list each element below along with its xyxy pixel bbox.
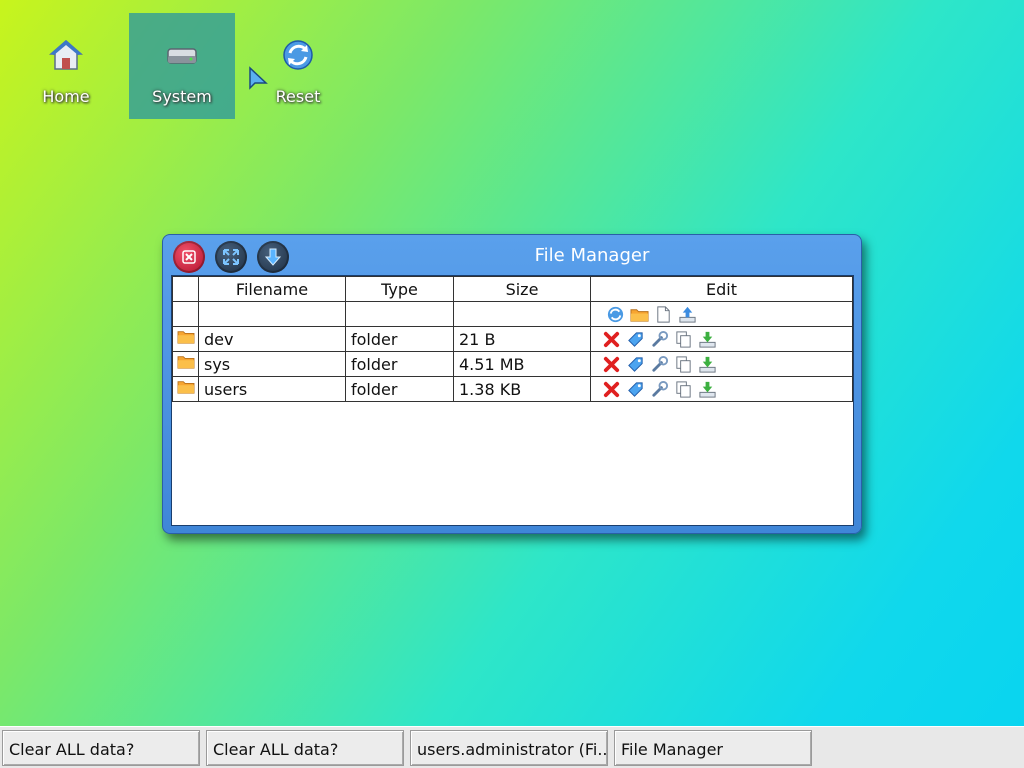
close-button[interactable]	[173, 241, 205, 273]
file-size: 21 B	[453, 326, 591, 352]
table-row[interactable]: dev folder 21 B	[172, 326, 853, 352]
file-name[interactable]: sys	[198, 351, 346, 377]
maximize-button[interactable]	[215, 241, 247, 273]
download-icon[interactable]	[698, 380, 717, 399]
taskbar-item-clear-data-1[interactable]: Clear ALL data?	[2, 730, 200, 766]
desktop-icon-home[interactable]: Home	[13, 13, 119, 119]
drive-icon	[167, 48, 197, 64]
delete-icon[interactable]	[602, 380, 621, 399]
refresh-icon[interactable]	[606, 305, 625, 324]
column-header-edit: Edit	[590, 276, 853, 302]
minimize-icon	[264, 248, 282, 266]
delete-icon[interactable]	[602, 330, 621, 349]
delete-icon[interactable]	[602, 355, 621, 374]
file-name[interactable]: users	[198, 376, 346, 402]
window-titlebar[interactable]: File Manager	[163, 235, 861, 275]
minimize-button[interactable]	[257, 241, 289, 273]
new-folder-icon[interactable]	[630, 305, 649, 324]
table-row[interactable]: users folder 1.38 KB	[172, 376, 853, 402]
home-icon	[48, 40, 84, 70]
upload-icon[interactable]	[678, 305, 697, 324]
maximize-icon	[223, 249, 239, 265]
properties-icon[interactable]	[650, 330, 669, 349]
reset-icon	[283, 40, 313, 70]
taskbar: Clear ALL data? Clear ALL data? users.ad…	[0, 726, 1024, 768]
copy-icon[interactable]	[674, 330, 693, 349]
file-table: Filename Type Size Edit dev folder 21 B …	[172, 276, 853, 402]
rename-icon[interactable]	[626, 355, 645, 374]
window-title: File Manager	[534, 245, 650, 266]
properties-icon[interactable]	[650, 355, 669, 374]
column-header-icon	[172, 276, 199, 302]
table-header-row: Filename Type Size Edit	[172, 276, 853, 302]
copy-icon[interactable]	[674, 355, 693, 374]
desktop-icon-system[interactable]: System	[129, 13, 235, 119]
mouse-cursor-icon	[249, 66, 268, 90]
column-header-size[interactable]: Size	[453, 276, 591, 302]
toolbar-row	[172, 301, 853, 327]
file-size: 4.51 MB	[453, 351, 591, 377]
taskbar-item-clear-data-2[interactable]: Clear ALL data?	[206, 730, 404, 766]
close-icon	[182, 250, 196, 264]
file-size: 1.38 KB	[453, 376, 591, 402]
desktop-icon-label: Home	[42, 87, 90, 106]
taskbar-item-users-administrator[interactable]: users.administrator (Fi...	[410, 730, 608, 766]
column-header-type[interactable]: Type	[345, 276, 454, 302]
file-type: folder	[345, 376, 454, 402]
rename-icon[interactable]	[626, 380, 645, 399]
desktop-icon-label: System	[152, 87, 212, 106]
file-type: folder	[345, 326, 454, 352]
folder-icon	[177, 331, 194, 344]
column-header-filename[interactable]: Filename	[198, 276, 346, 302]
download-icon[interactable]	[698, 330, 717, 349]
file-manager-window: File Manager Filename Type Size Edit dev…	[162, 234, 862, 534]
copy-icon[interactable]	[674, 380, 693, 399]
rename-icon[interactable]	[626, 330, 645, 349]
file-name[interactable]: dev	[198, 326, 346, 352]
table-row[interactable]: sys folder 4.51 MB	[172, 351, 853, 377]
file-type: folder	[345, 351, 454, 377]
download-icon[interactable]	[698, 355, 717, 374]
folder-icon	[177, 381, 194, 394]
properties-icon[interactable]	[650, 380, 669, 399]
new-file-icon[interactable]	[654, 305, 673, 324]
taskbar-item-file-manager[interactable]: File Manager	[614, 730, 812, 766]
file-list-panel: Filename Type Size Edit dev folder 21 B …	[171, 275, 854, 526]
folder-icon	[177, 356, 194, 369]
desktop-icon-label: Reset	[275, 87, 321, 106]
